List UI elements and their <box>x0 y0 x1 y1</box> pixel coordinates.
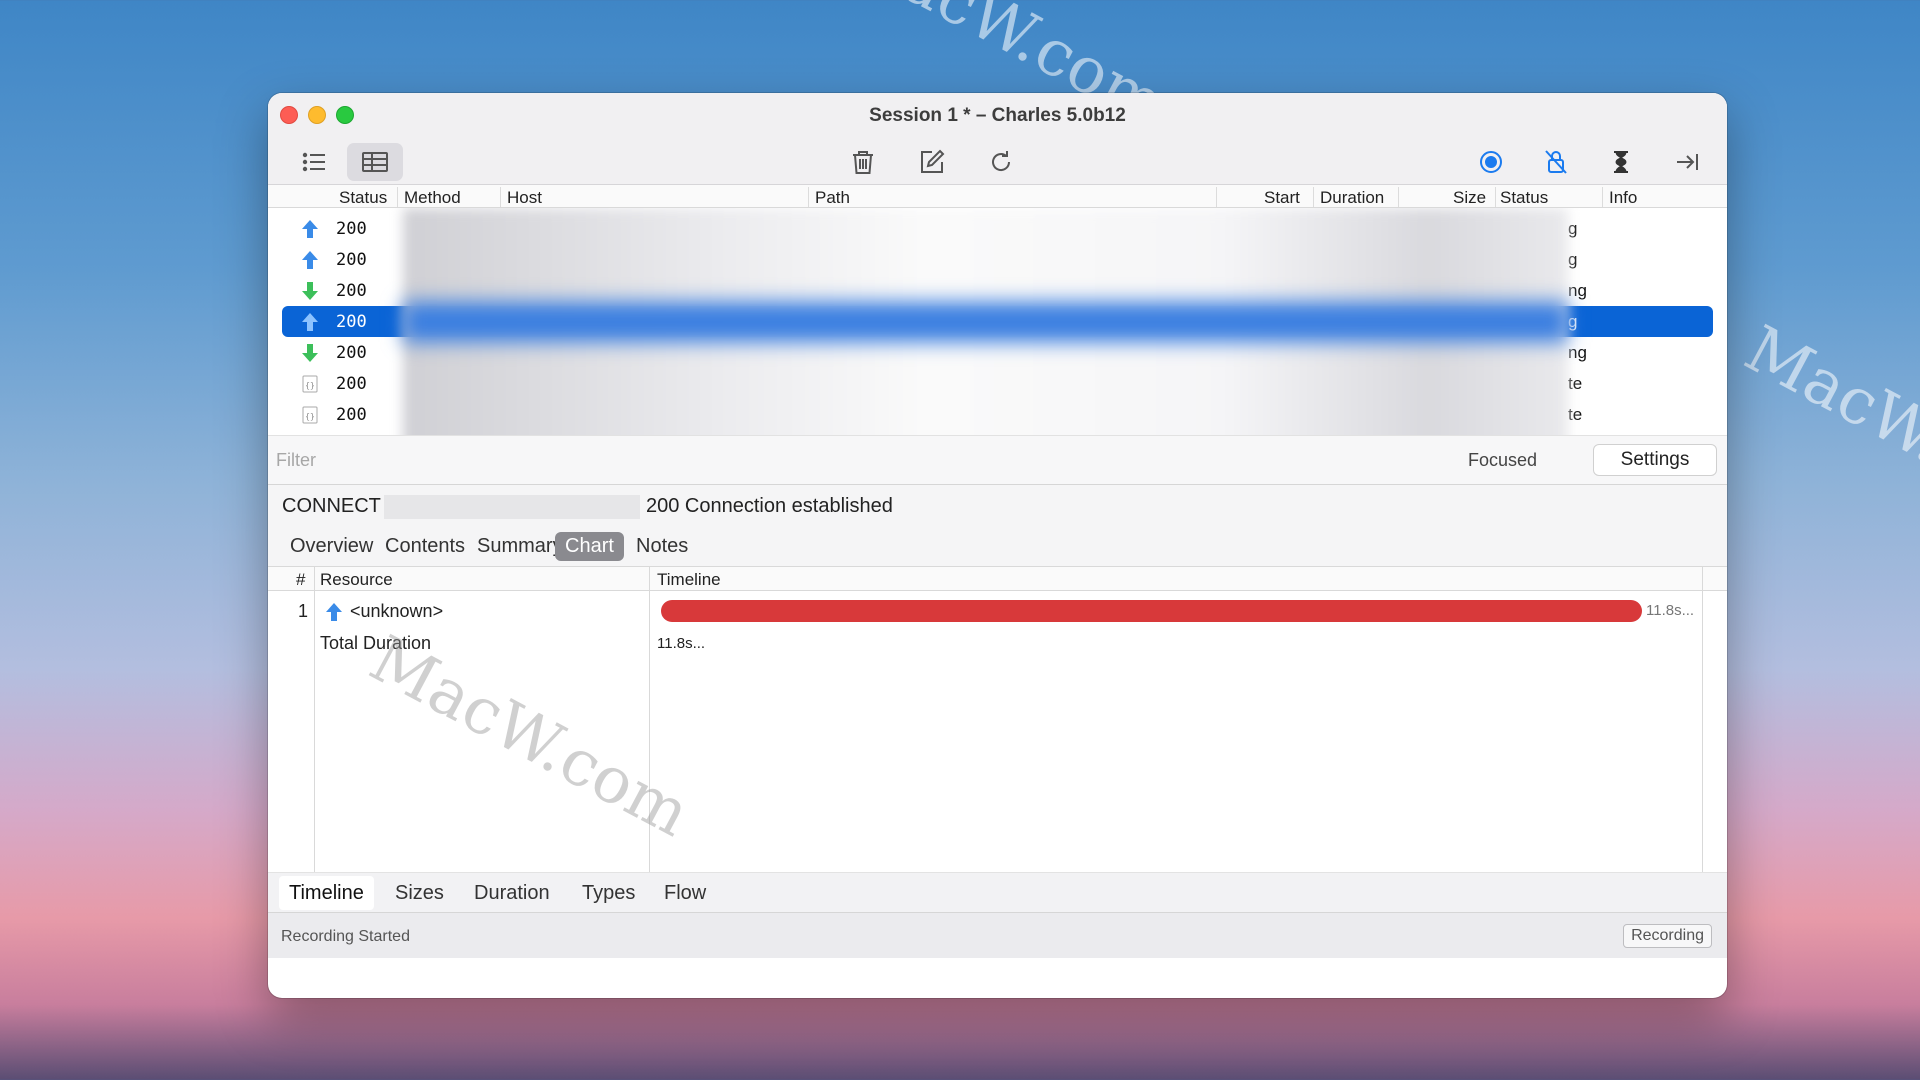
row-status: 200 <box>336 219 367 239</box>
tab-overview[interactable]: Overview <box>280 532 383 561</box>
redacted-host <box>384 495 640 519</box>
repeat-button[interactable] <box>979 143 1023 181</box>
col-duration[interactable]: Duration <box>1320 188 1384 208</box>
col-start[interactable]: Start <box>1264 188 1300 208</box>
response-message: 200 Connection established <box>646 495 893 517</box>
row-status: 200 <box>336 312 367 332</box>
sequence-view-button[interactable] <box>347 143 403 181</box>
chart-type-tabs: Timeline Sizes Duration Types Flow <box>268 872 1727 912</box>
watermark-right: MacW.com <box>1733 312 1920 542</box>
svg-text:{}: {} <box>305 381 315 390</box>
recording-button[interactable]: Recording <box>1623 924 1712 948</box>
list-icon <box>302 152 325 172</box>
record-button[interactable] <box>1469 143 1513 181</box>
row-status-text: ng <box>1568 281 1587 300</box>
col-host[interactable]: Host <box>507 188 542 208</box>
breakpoints-button[interactable] <box>1665 143 1709 181</box>
row-status-text: g <box>1568 312 1578 331</box>
compose-icon <box>921 149 945 173</box>
clear-session-button[interactable] <box>841 143 885 181</box>
resource-name[interactable]: <unknown> <box>350 601 443 622</box>
tab-timeline[interactable]: Timeline <box>279 876 374 910</box>
settings-button[interactable]: Settings <box>1593 444 1717 476</box>
table-icon <box>362 152 388 172</box>
table-header: Status Method Host Path Start Duration S… <box>268 185 1727 208</box>
col-size[interactable]: Size <box>1453 188 1486 208</box>
row-status: 200 <box>336 374 367 394</box>
col-number: # <box>296 570 306 589</box>
tab-types[interactable]: Types <box>582 882 635 905</box>
col-resource: Resource <box>320 570 393 589</box>
titlebar: Session 1 * – Charles 5.0b12 <box>268 93 1727 139</box>
resource-number: 1 <box>298 601 309 621</box>
filter-bar: Filter Focused Settings <box>268 435 1727 485</box>
download-arrow-icon <box>302 282 318 300</box>
filter-input[interactable]: Filter <box>276 450 316 471</box>
upload-arrow-icon <box>326 603 342 621</box>
status-bar: Recording Started Recording <box>268 912 1727 958</box>
col-info[interactable]: Info <box>1609 188 1637 208</box>
row-status: 200 <box>336 405 367 425</box>
detail-tabs: Overview Contents Summary Chart Notes <box>268 527 1727 567</box>
edit-button[interactable] <box>910 143 954 181</box>
json-doc-icon: {} <box>302 406 318 424</box>
row-status: 200 <box>336 343 367 363</box>
tab-flow[interactable]: Flow <box>664 882 706 905</box>
redacted-selection <box>403 302 1568 342</box>
svg-text:{}: {} <box>305 412 315 421</box>
window-title: Session 1 * – Charles 5.0b12 <box>869 105 1126 126</box>
request-list: 200 g 200 g 200 ng 200 g 200 ng {} 200 t… <box>268 208 1727 435</box>
tab-sizes[interactable]: Sizes <box>395 882 444 905</box>
chart-header: # Resource Timeline <box>268 567 1727 591</box>
focused-checkbox[interactable]: Focused <box>1468 450 1537 471</box>
total-duration-value: 11.8s... <box>657 635 706 652</box>
row-status-text: g <box>1568 250 1578 269</box>
tab-contents[interactable]: Contents <box>375 532 475 561</box>
download-arrow-icon <box>302 344 318 362</box>
tab-notes[interactable]: Notes <box>626 532 698 561</box>
tab-chart[interactable]: Chart <box>555 532 624 561</box>
arrow-right-icon <box>1677 154 1698 170</box>
timeline-bar[interactable] <box>661 600 1642 622</box>
detail-header: CONNECT 200 Connection established <box>268 485 1727 527</box>
row-status-text: g <box>1568 219 1578 238</box>
record-icon <box>1480 151 1502 173</box>
timeline-bar-label: 11.8s... <box>1646 602 1695 619</box>
structure-view-button[interactable] <box>292 143 336 181</box>
refresh-icon <box>992 151 1011 171</box>
ssl-proxying-button[interactable] <box>1534 143 1578 181</box>
upload-arrow-icon <box>302 251 318 269</box>
hourglass-icon <box>1614 151 1628 173</box>
upload-arrow-icon <box>302 313 318 331</box>
charles-window: Session 1 * – Charles 5.0b12 Status Meth… <box>268 93 1727 998</box>
trash-icon <box>853 151 873 174</box>
status-text: Recording Started <box>281 928 410 945</box>
json-doc-icon: {} <box>302 375 318 393</box>
row-status: 200 <box>336 250 367 270</box>
request-method: CONNECT <box>282 495 381 517</box>
row-status-text: te <box>1568 374 1583 393</box>
throttle-button[interactable] <box>1599 143 1643 181</box>
col-status[interactable]: Status <box>339 188 387 208</box>
col-path[interactable]: Path <box>815 188 850 208</box>
lock-slash-icon <box>1545 150 1567 174</box>
tab-duration[interactable]: Duration <box>474 882 550 905</box>
col-method[interactable]: Method <box>404 188 461 208</box>
toolbar <box>268 139 1727 185</box>
row-status-text: te <box>1568 405 1583 424</box>
row-status-text: ng <box>1568 343 1587 362</box>
upload-arrow-icon <box>302 220 318 238</box>
col-timeline: Timeline <box>657 570 721 589</box>
col-status-2[interactable]: Status <box>1500 188 1548 208</box>
row-status: 200 <box>336 281 367 301</box>
